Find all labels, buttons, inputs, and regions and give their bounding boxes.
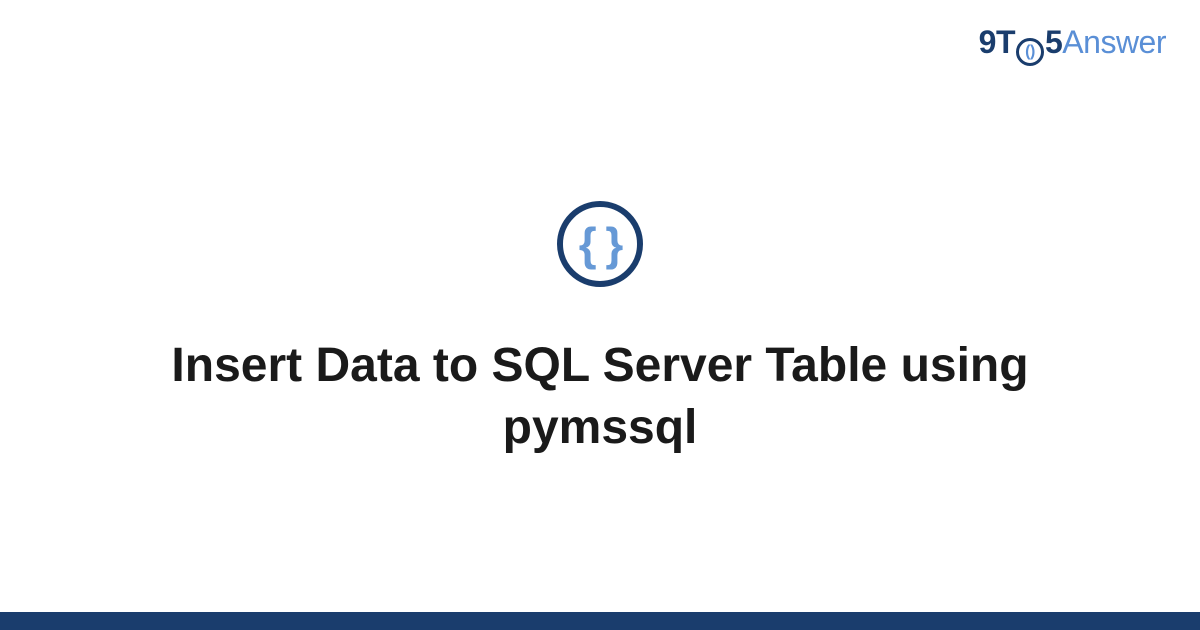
category-icon-circle: { } [557,201,643,287]
footer-bar [0,612,1200,630]
main-content: { } Insert Data to SQL Server Table usin… [0,0,1200,630]
code-braces-icon: { } [579,221,622,267]
page-title: Insert Data to SQL Server Table using py… [150,335,1050,460]
